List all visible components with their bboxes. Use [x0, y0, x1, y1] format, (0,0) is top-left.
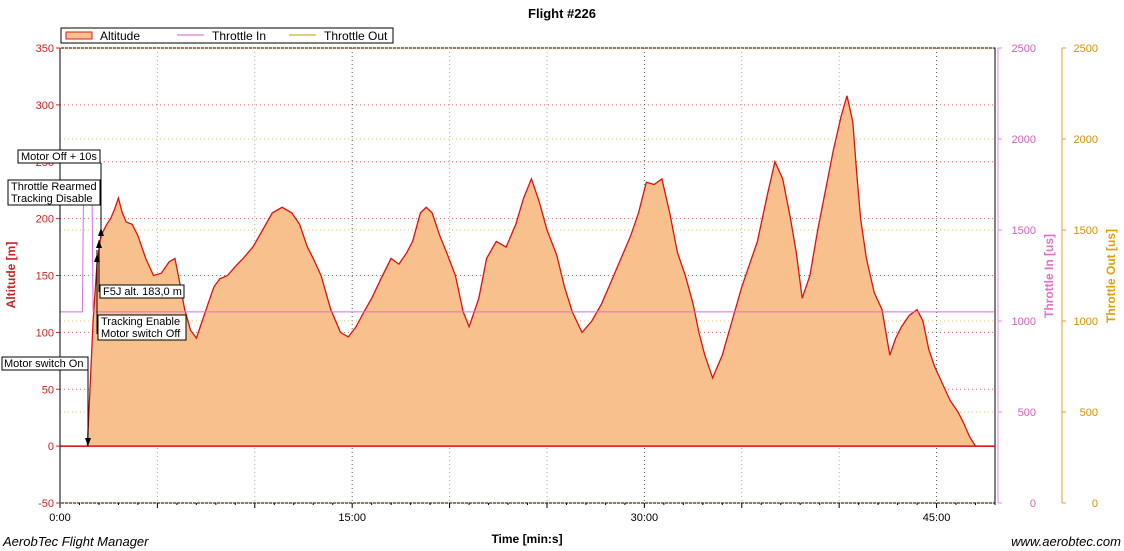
x-tick-label: 45:00	[923, 512, 951, 524]
y-axis-left-title: Altitude [m]	[4, 242, 18, 309]
y-right2-tick-label: 1500	[1074, 225, 1098, 237]
y-left-tick-label: 50	[42, 384, 54, 396]
y-right1-tick-label: 2000	[1012, 134, 1036, 146]
y-right2-tick-label: 0	[1092, 498, 1098, 510]
y-left-tick-label: 300	[36, 100, 54, 112]
y-right2-tick-label: 2500	[1074, 43, 1098, 55]
y-left-tick-label: 350	[36, 43, 54, 55]
y-right1-tick-label: 1500	[1012, 225, 1036, 237]
annotation-motor-switch-off: Motor switch Off	[101, 328, 181, 340]
annotation-motor-switch-on: Motor switch On	[4, 358, 83, 370]
y-left-tick-label: 150	[36, 271, 54, 283]
y-right1-tick-label: 1000	[1012, 316, 1036, 328]
y-right1-tick-label: 0	[1030, 498, 1036, 510]
annotation-tracking-disable: Tracking Disable	[11, 193, 93, 205]
flight-chart: Flight #226 -50050100150200250300350 Alt…	[0, 0, 1124, 551]
footer-app-name: AerobTec Flight Manager	[2, 534, 149, 549]
y-left-tick-label: -50	[38, 498, 54, 510]
annotation-motor-off: Motor Off + 10s	[21, 151, 97, 163]
legend-label-throttle-in: Throttle In	[212, 29, 266, 43]
legend-swatch-altitude	[65, 31, 93, 40]
y-axis-right2-title: Throttle Out [us]	[1104, 229, 1118, 323]
y-right2-tick-label: 500	[1080, 407, 1098, 419]
annotation-throttle-rearmed: Throttle Rearmed	[11, 181, 97, 193]
legend: Altitude Throttle In Throttle Out	[60, 27, 394, 44]
y-right2-tick-label: 2000	[1074, 134, 1098, 146]
x-axis-title: Time [min:s]	[491, 532, 562, 546]
annotation-f5j-alt: F5J alt. 183,0 m	[103, 286, 182, 298]
x-tick-label: 0:00	[49, 512, 70, 524]
y-right1-tick-label: 500	[1018, 407, 1036, 419]
footer-website: www.aerobtec.com	[1011, 534, 1121, 549]
y-right2-tick-label: 1000	[1074, 316, 1098, 328]
x-tick-label: 15:00	[338, 512, 366, 524]
y-left-tick-label: 0	[48, 441, 54, 453]
y-left-tick-label: 100	[36, 327, 54, 339]
x-tick-label: 30:00	[631, 512, 659, 524]
legend-label-altitude: Altitude	[100, 29, 140, 43]
annotation-tracking-enable: Tracking Enable	[101, 316, 180, 328]
y-axis-right1-title: Throttle In [us]	[1042, 234, 1056, 318]
chart-title: Flight #226	[528, 6, 596, 21]
y-right1-tick-label: 2500	[1012, 43, 1036, 55]
legend-label-throttle-out: Throttle Out	[324, 29, 388, 43]
y-left-tick-label: 200	[36, 214, 54, 226]
